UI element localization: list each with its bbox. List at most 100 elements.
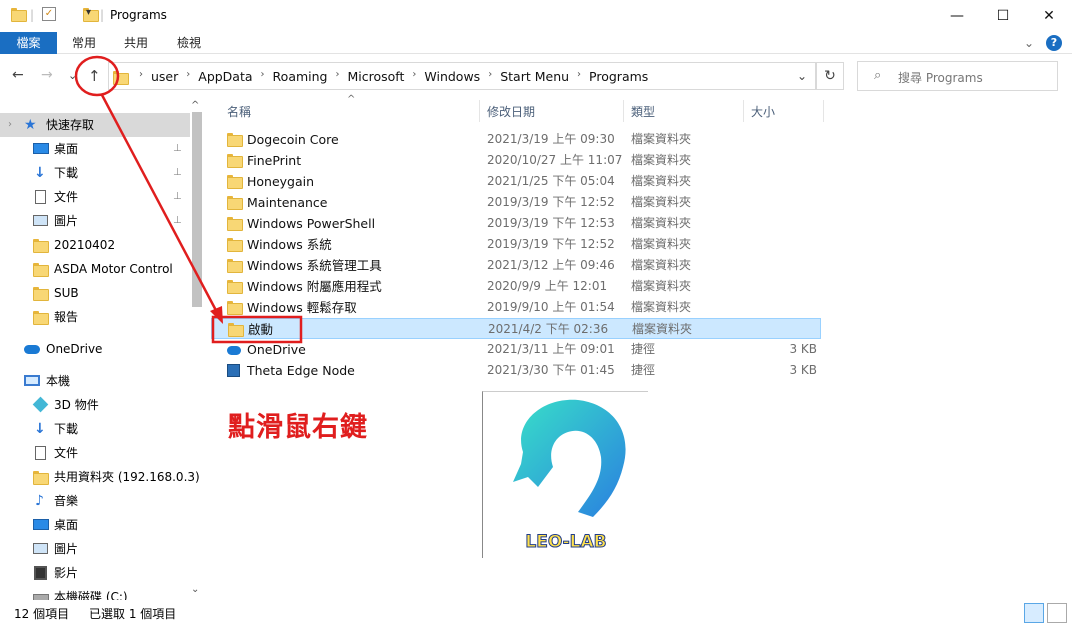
sidebar-item-report[interactable]: 報告 — [0, 305, 190, 329]
column-divider[interactable] — [623, 100, 624, 122]
sidebar-item-pictures[interactable]: 圖片 ⊥ — [0, 209, 190, 233]
breadcrumb-sep[interactable]: › — [186, 69, 190, 84]
breadcrumb-windows[interactable]: Windows — [424, 69, 480, 84]
logo-text: LEO-LAB — [525, 532, 607, 553]
help-icon[interactable]: ? — [1046, 35, 1062, 51]
folder-icon — [228, 323, 244, 337]
address-dropdown-icon[interactable]: ⌄ — [797, 69, 807, 83]
large-icons-view-button[interactable] — [1047, 603, 1067, 623]
breadcrumb-roaming[interactable]: Roaming — [273, 69, 328, 84]
file-name: Windows 系統 — [247, 237, 332, 252]
sidebar-item-desktop[interactable]: 桌面 ⊥ — [0, 137, 190, 161]
file-row[interactable]: Windows 系統管理工具 2021/3/12 上午 09:46 檔案資料夾 — [211, 255, 821, 276]
up-button[interactable]: ↑ — [88, 67, 101, 85]
column-header-size[interactable]: 大小 — [751, 103, 775, 120]
sidebar-item-local-disk-c[interactable]: 本機磁碟 (C:) — [0, 585, 190, 600]
breadcrumb-sep[interactable]: › — [261, 69, 265, 84]
file-name: 啟動 — [248, 322, 274, 337]
forward-button[interactable]: → — [41, 67, 53, 83]
sidebar-item-shared-folder[interactable]: 共用資料夾 (192.168.0.3) — [0, 465, 200, 489]
recent-locations-button[interactable]: ⌄ — [68, 69, 77, 82]
shortcut-icon — [227, 364, 240, 377]
desktop-icon — [33, 143, 49, 154]
3d-objects-icon — [32, 396, 49, 413]
sidebar-item-20210402[interactable]: 20210402 — [0, 233, 190, 257]
sidebar-item-videos[interactable]: 影片 — [0, 561, 190, 585]
sidebar-item-sub[interactable]: SUB — [0, 281, 190, 305]
pin-icon[interactable]: ⊥ — [173, 137, 182, 161]
sidebar-item-label: 3D 物件 — [54, 398, 99, 412]
pin-icon[interactable]: ⊥ — [173, 209, 182, 233]
file-type: 檔案資料夾 — [631, 153, 692, 167]
column-divider[interactable] — [823, 100, 824, 122]
customize-toolbar-icon[interactable]: ▾ — [86, 7, 91, 18]
breadcrumb-user[interactable]: user — [151, 69, 178, 84]
sidebar-item-label: 本機磁碟 (C:) — [54, 590, 128, 600]
search-input[interactable]: 搜尋 Programs — [898, 69, 983, 86]
maximize-button[interactable]: ☐ — [980, 0, 1026, 32]
search-box[interactable]: ⌕ 搜尋 Programs — [857, 61, 1058, 91]
tab-share[interactable]: 共用 — [114, 32, 158, 54]
file-row[interactable]: Windows 輕鬆存取 2019/9/10 上午 01:54 檔案資料夾 — [211, 297, 821, 318]
scroll-thumb[interactable] — [192, 112, 202, 307]
expand-ribbon-icon[interactable]: ⌄ — [1024, 36, 1034, 50]
breadcrumb-programs[interactable]: Programs — [589, 69, 648, 84]
tab-home[interactable]: 常用 — [62, 32, 106, 54]
file-row-selected[interactable]: 啟動 2021/4/2 下午 02:36 檔案資料夾 — [211, 318, 821, 339]
breadcrumb-appdata[interactable]: AppData — [198, 69, 252, 84]
column-header-date[interactable]: 修改日期 — [487, 103, 535, 120]
pin-icon[interactable]: ⊥ — [173, 185, 182, 209]
breadcrumb-start-menu[interactable]: Start Menu — [500, 69, 569, 84]
column-header-type[interactable]: 類型 — [631, 103, 655, 120]
address-bar[interactable]: › user › AppData › Roaming › Microsoft ›… — [108, 62, 816, 90]
file-type: 檔案資料夾 — [631, 132, 692, 146]
properties-icon[interactable]: ✓ — [42, 7, 56, 21]
folder-icon — [113, 71, 129, 85]
navigation-pane-scrollbar[interactable]: ^ ⌄ — [190, 100, 204, 600]
close-button[interactable]: ✕ — [1026, 0, 1072, 32]
tab-view[interactable]: 檢視 — [167, 32, 211, 54]
file-row[interactable]: Maintenance 2019/3/19 下午 12:52 檔案資料夾 — [211, 192, 821, 213]
breadcrumb-sep[interactable]: › — [412, 69, 416, 84]
file-type: 檔案資料夾 — [631, 237, 692, 251]
file-row[interactable]: Windows 附屬應用程式 2020/9/9 上午 12:01 檔案資料夾 — [211, 276, 821, 297]
divider: | — [30, 8, 35, 22]
sidebar-item-pictures-pc[interactable]: 圖片 — [0, 537, 190, 561]
sidebar-item-quick-access[interactable]: › ★ 快速存取 — [0, 113, 190, 137]
file-row[interactable]: FinePrint 2020/10/27 上午 11:07 檔案資料夾 — [211, 150, 821, 171]
column-divider[interactable] — [479, 100, 480, 122]
sidebar-item-3d-objects[interactable]: 3D 物件 — [0, 393, 190, 417]
minimize-button[interactable]: — — [934, 0, 980, 32]
sidebar-item-onedrive[interactable]: OneDrive — [0, 337, 190, 361]
sidebar-item-music[interactable]: ♪ 音樂 — [0, 489, 190, 513]
file-row[interactable]: Dogecoin Core 2021/3/19 上午 09:30 檔案資料夾 — [211, 129, 821, 150]
pin-icon[interactable]: ⊥ — [173, 161, 182, 185]
folder-icon — [227, 196, 243, 210]
breadcrumb-sep[interactable]: › — [336, 69, 340, 84]
sidebar-item-documents[interactable]: 文件 ⊥ — [0, 185, 190, 209]
details-view-button[interactable] — [1024, 603, 1044, 623]
column-divider[interactable] — [743, 100, 744, 122]
back-button[interactable]: ← — [12, 67, 24, 83]
file-row[interactable]: Windows 系統 2019/3/19 下午 12:52 檔案資料夾 — [211, 234, 821, 255]
sidebar-item-asda-motor-control[interactable]: ASDA Motor Control — [0, 257, 190, 281]
scroll-down-arrow[interactable]: ⌄ — [191, 584, 199, 595]
sidebar-item-desktop-pc[interactable]: 桌面 — [0, 513, 190, 537]
file-type: 檔案資料夾 — [631, 279, 692, 293]
sidebar-item-downloads-pc[interactable]: ↓ 下載 — [0, 417, 190, 441]
sidebar-item-downloads[interactable]: ↓ 下載 ⊥ — [0, 161, 190, 185]
column-header-name[interactable]: 名稱 — [227, 103, 251, 120]
expand-icon[interactable]: › — [8, 113, 12, 137]
scroll-up-arrow[interactable]: ^ — [191, 100, 199, 111]
sidebar-item-this-pc[interactable]: 本機 — [0, 369, 190, 393]
breadcrumb-sep[interactable]: › — [488, 69, 492, 84]
file-row[interactable]: Honeygain 2021/1/25 下午 05:04 檔案資料夾 — [211, 171, 821, 192]
breadcrumb-sep[interactable]: › — [577, 69, 581, 84]
file-row[interactable]: Windows PowerShell 2019/3/19 下午 12:53 檔案… — [211, 213, 821, 234]
file-row[interactable]: OneDrive 2021/3/11 上午 09:01 捷徑 3 KB — [211, 339, 821, 360]
file-row[interactable]: Theta Edge Node 2021/3/30 下午 01:45 捷徑 3 … — [211, 360, 821, 381]
breadcrumb-microsoft[interactable]: Microsoft — [348, 69, 405, 84]
tab-file[interactable]: 檔案 — [0, 32, 57, 54]
sidebar-item-documents-pc[interactable]: 文件 — [0, 441, 190, 465]
refresh-button[interactable]: ↻ — [816, 62, 844, 90]
